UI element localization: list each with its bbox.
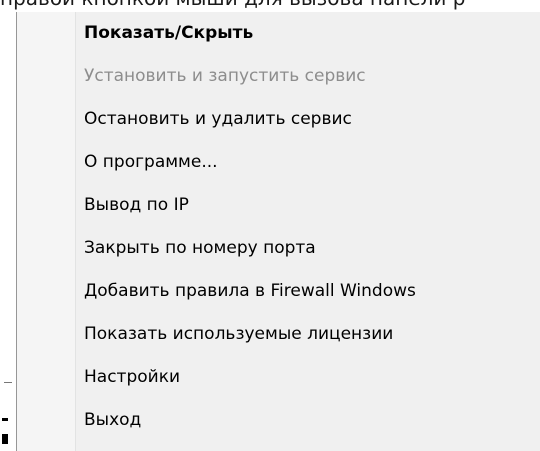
menu-item-show-licenses[interactable]: Показать используемые лицензии <box>18 315 539 353</box>
menu-item-show-hide[interactable]: Показать/Скрыть <box>18 14 539 52</box>
menu-item-settings[interactable]: Настройки <box>18 358 539 396</box>
caption-strip: правой кнопкой мыши для вызова панели р <box>0 0 540 12</box>
screenshot-page: правой кнопкой мыши для вызова панели р … <box>0 0 540 451</box>
menu-item-output-by-ip[interactable]: Вывод по IP <box>18 186 539 224</box>
menu-item-close-by-port[interactable]: Закрыть по номеру порта <box>18 229 539 267</box>
menu-item-stop-remove-service[interactable]: Остановить и удалить сервис <box>18 100 539 138</box>
menu-item-install-start-service: Установить и запустить сервис <box>84 66 366 86</box>
menu-item-add-firewall-rules[interactable]: Добавить правила в Firewall Windows <box>18 272 539 310</box>
caption-text: правой кнопкой мыши для вызова панели р <box>0 0 465 9</box>
background-marker <box>2 418 8 421</box>
menu-item-exit[interactable]: Выход <box>18 401 539 439</box>
context-menu: Показать/Скрыть Установить и запустить с… <box>16 12 540 451</box>
background-marker <box>2 434 8 444</box>
background-divider <box>4 382 12 383</box>
background-window-edge <box>0 360 14 451</box>
menu-item-about[interactable]: О программе... <box>18 143 539 181</box>
